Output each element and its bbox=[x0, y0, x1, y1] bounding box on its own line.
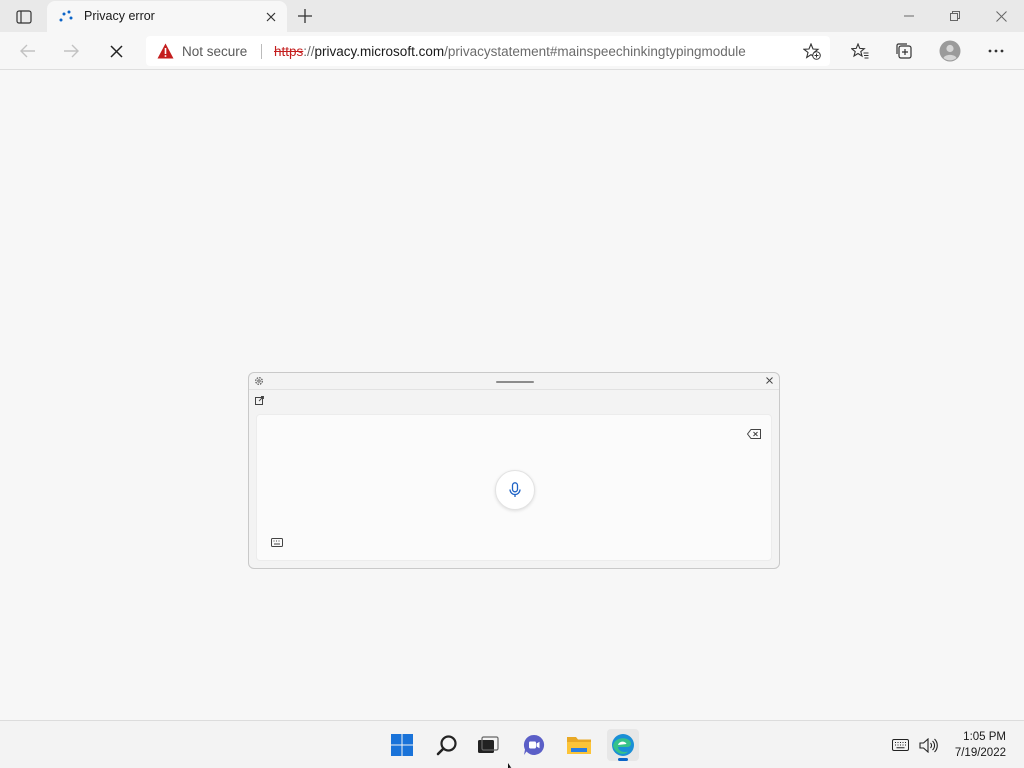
star-add-icon bbox=[803, 42, 821, 60]
file-explorer-button[interactable] bbox=[563, 729, 595, 761]
voice-input-area bbox=[256, 414, 772, 561]
edge-taskbar-button[interactable] bbox=[607, 729, 639, 761]
tab-strip: Privacy error bbox=[0, 0, 1024, 32]
mouse-cursor-icon bbox=[508, 763, 512, 768]
restore-button[interactable] bbox=[940, 4, 970, 28]
security-status-label[interactable]: Not secure bbox=[182, 44, 247, 59]
warning-icon bbox=[157, 43, 174, 59]
chat-button[interactable] bbox=[518, 729, 550, 761]
microphone-button[interactable] bbox=[495, 470, 535, 510]
arrow-right-icon bbox=[64, 44, 79, 58]
gear-icon[interactable] bbox=[254, 376, 264, 386]
panel-header bbox=[249, 373, 779, 390]
close-icon bbox=[109, 44, 123, 58]
tab-actions-icon bbox=[16, 10, 32, 24]
voice-typing-panel bbox=[248, 372, 780, 569]
taskbar-search-button[interactable] bbox=[431, 729, 463, 761]
tab-close-button[interactable] bbox=[263, 9, 279, 25]
browser-toolbar: Not secure https://privacy.microsoft.com… bbox=[0, 32, 1024, 70]
task-view-icon bbox=[478, 736, 499, 753]
profile-button[interactable] bbox=[936, 38, 964, 64]
keyboard-icon[interactable] bbox=[271, 538, 283, 547]
avatar-icon bbox=[939, 40, 961, 62]
system-clock[interactable]: 1:05 PM 7/19/2022 bbox=[955, 729, 1006, 761]
backspace-icon[interactable] bbox=[747, 429, 761, 439]
close-icon bbox=[266, 12, 276, 22]
panel-close-button[interactable] bbox=[764, 375, 775, 386]
favorites-button[interactable] bbox=[846, 38, 874, 64]
clock-time: 1:05 PM bbox=[963, 731, 1006, 743]
start-icon bbox=[391, 734, 413, 756]
dock-icon[interactable] bbox=[255, 396, 264, 405]
collections-icon bbox=[896, 43, 912, 59]
plus-icon bbox=[298, 9, 312, 23]
close-icon bbox=[995, 10, 1007, 22]
close-window-button[interactable] bbox=[986, 4, 1016, 28]
tab-title: Privacy error bbox=[84, 9, 155, 23]
task-view-button[interactable] bbox=[472, 729, 504, 761]
address-separator bbox=[261, 44, 262, 59]
volume-tray-button[interactable] bbox=[918, 737, 938, 753]
active-app-indicator bbox=[618, 758, 628, 761]
loading-spinner-icon bbox=[59, 10, 73, 22]
more-icon bbox=[988, 49, 1004, 53]
minimize-button[interactable] bbox=[894, 4, 924, 28]
collections-button[interactable] bbox=[890, 38, 918, 64]
file-explorer-icon bbox=[567, 737, 591, 754]
arrow-left-icon bbox=[20, 44, 35, 58]
touch-keyboard-tray-button[interactable] bbox=[890, 737, 910, 753]
start-button[interactable] bbox=[386, 729, 418, 761]
keyboard-icon bbox=[891, 739, 909, 751]
favorites-icon bbox=[851, 43, 869, 59]
chat-icon bbox=[523, 734, 545, 755]
drag-handle[interactable] bbox=[496, 381, 534, 383]
address-bar[interactable]: Not secure https://privacy.microsoft.com… bbox=[146, 36, 830, 66]
tab-actions-button[interactable] bbox=[10, 6, 38, 28]
edge-icon bbox=[612, 734, 634, 756]
url-text[interactable]: https://privacy.microsoft.com/privacysta… bbox=[274, 44, 746, 59]
stop-loading-button[interactable] bbox=[102, 38, 130, 64]
microphone-icon bbox=[509, 482, 521, 497]
url-scheme: https bbox=[274, 44, 304, 59]
speaker-icon bbox=[918, 737, 938, 753]
url-host: privacy.microsoft.com bbox=[314, 44, 445, 59]
new-tab-button[interactable] bbox=[293, 5, 317, 27]
search-icon bbox=[436, 735, 457, 756]
settings-more-button[interactable] bbox=[982, 38, 1010, 64]
url-path: /privacystatement#mainspeechinkingtyping… bbox=[444, 44, 746, 59]
back-button[interactable] bbox=[14, 38, 42, 64]
taskbar: 1:05 PM 7/19/2022 bbox=[0, 720, 1024, 768]
minimize-icon bbox=[904, 15, 914, 17]
forward-button[interactable] bbox=[57, 38, 85, 64]
add-favorite-button[interactable] bbox=[800, 40, 824, 62]
close-icon bbox=[766, 377, 773, 384]
clock-date: 7/19/2022 bbox=[954, 747, 1006, 759]
url-scheme-separator: :// bbox=[303, 44, 315, 59]
browser-tab[interactable]: Privacy error bbox=[47, 1, 287, 32]
restore-icon bbox=[950, 11, 960, 21]
